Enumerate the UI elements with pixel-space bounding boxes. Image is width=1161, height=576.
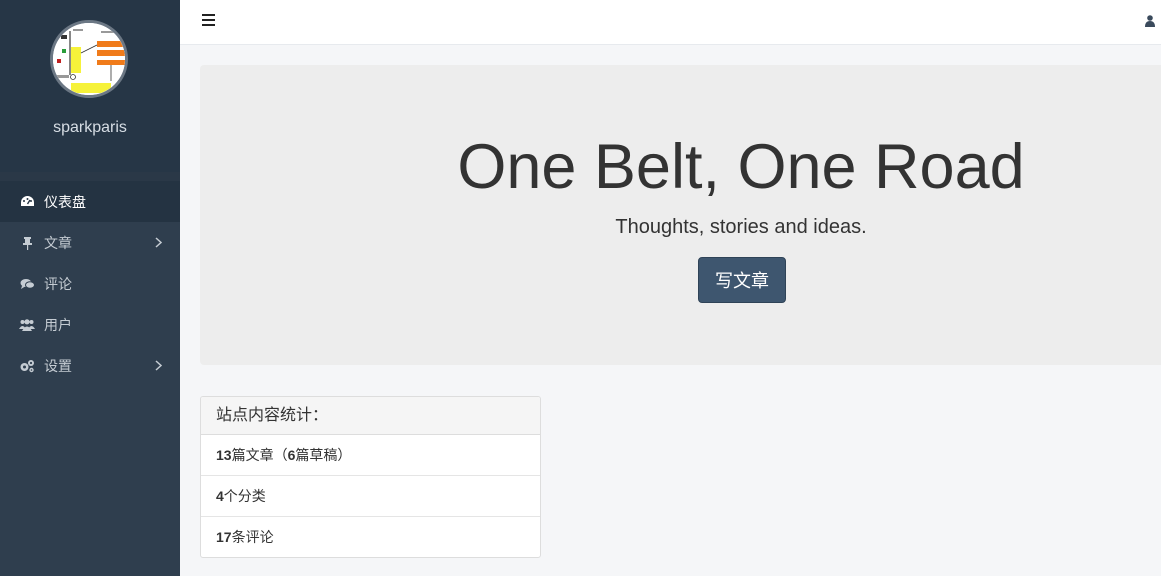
- comments-count: 17: [216, 529, 232, 545]
- panel-heading: 站点内容统计：: [201, 397, 540, 435]
- comments-icon: [19, 276, 35, 292]
- comments-text: 条评论: [231, 529, 274, 545]
- sidebar-item-label: 评论: [44, 275, 72, 292]
- drafts-text: 篇草稿）: [295, 447, 352, 463]
- profile-section: sparkparis: [0, 0, 180, 172]
- sidebar-item-label: 用户: [44, 316, 72, 333]
- sidebar-item-label: 文章: [44, 234, 72, 251]
- page-subtitle: Thoughts, stories and ideas.: [615, 216, 867, 238]
- stats-posts-row: 13篇文章（6篇草稿）: [201, 435, 540, 476]
- dashboard-icon: [19, 194, 35, 210]
- write-post-button[interactable]: 写文章: [698, 257, 786, 303]
- top-navbar: [180, 0, 1161, 45]
- users-icon: [19, 317, 35, 333]
- user-icon[interactable]: [1145, 14, 1155, 32]
- stats-categories-row: 4个分类: [201, 476, 540, 517]
- username: sparkparis: [53, 119, 127, 136]
- sidebar: sparkparis 仪表盘 文章 评论 用户 设置: [0, 0, 180, 576]
- posts-count: 13: [216, 447, 232, 463]
- hamburger-icon[interactable]: [202, 14, 215, 26]
- sidebar-divider: [0, 172, 180, 181]
- stats-comments-row: 17条评论: [201, 517, 540, 557]
- chevron-right-icon: [155, 235, 163, 251]
- sidebar-item-label: 仪表盘: [44, 193, 86, 210]
- sidebar-item-posts[interactable]: 文章: [0, 222, 180, 263]
- sidebar-item-settings[interactable]: 设置: [0, 345, 180, 386]
- page-title: One Belt, One Road: [457, 132, 1025, 202]
- chevron-right-icon: [155, 358, 163, 374]
- sidebar-item-label: 设置: [44, 357, 72, 374]
- posts-text: 篇文章（: [231, 447, 288, 463]
- sidebar-item-comments[interactable]: 评论: [0, 263, 180, 304]
- avatar-image: [53, 23, 125, 95]
- gears-icon: [19, 358, 35, 374]
- categories-count: 4: [216, 488, 224, 504]
- sidebar-item-users[interactable]: 用户: [0, 304, 180, 345]
- sidebar-item-dashboard[interactable]: 仪表盘: [0, 181, 180, 222]
- avatar[interactable]: [50, 20, 128, 98]
- categories-text: 个分类: [223, 488, 266, 504]
- site-stats-panel: 站点内容统计： 13篇文章（6篇草稿） 4个分类 17条评论: [200, 396, 541, 558]
- thumbtack-icon: [19, 235, 35, 251]
- sidebar-menu: 仪表盘 文章 评论 用户 设置: [0, 181, 180, 386]
